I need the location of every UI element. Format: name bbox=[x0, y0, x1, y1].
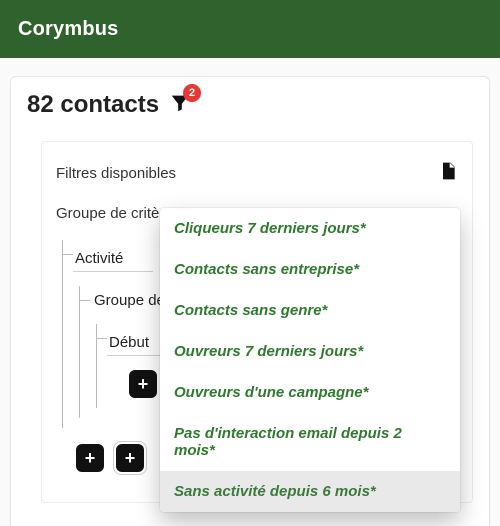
activity-select[interactable]: Activité bbox=[73, 246, 153, 272]
filter-button[interactable]: 2 bbox=[169, 92, 191, 119]
top-bar: Corymbus bbox=[0, 0, 500, 58]
dropdown-item[interactable]: Cliqueurs 7 derniers jours* bbox=[160, 208, 460, 249]
available-filters-label: Filtres disponibles bbox=[56, 165, 176, 182]
inner-group-label: Groupe de bbox=[94, 292, 165, 309]
add-group-button[interactable]: + bbox=[116, 444, 144, 472]
filter-count-badge: 2 bbox=[183, 84, 201, 102]
dropdown-item[interactable]: Sans activité depuis 6 mois* bbox=[160, 471, 460, 512]
start-field-value: Début bbox=[109, 334, 149, 351]
app-root: Corymbus 82 contacts 2 Filtres disponibl… bbox=[0, 0, 500, 526]
dropdown-item[interactable]: Contacts sans genre* bbox=[160, 290, 460, 331]
page-title: 82 contacts bbox=[27, 91, 159, 119]
available-filters-dropdown[interactable]: Cliqueurs 7 derniers jours*Contacts sans… bbox=[160, 208, 460, 512]
available-filters-row: Filtres disponibles bbox=[56, 160, 458, 187]
brand-label: Corymbus bbox=[18, 18, 119, 41]
dropdown-item[interactable]: Contacts sans entreprise* bbox=[160, 249, 460, 290]
dropdown-item[interactable]: Ouvreurs 7 derniers jours* bbox=[160, 331, 460, 372]
add-condition-button[interactable]: + bbox=[129, 370, 157, 398]
import-file-button[interactable] bbox=[438, 160, 458, 187]
title-row: 82 contacts 2 bbox=[27, 91, 473, 119]
activity-select-value: Activité bbox=[75, 250, 123, 267]
dropdown-item[interactable]: Ouvreurs d'une campagne* bbox=[160, 372, 460, 413]
add-criterion-button[interactable]: + bbox=[76, 444, 104, 472]
dropdown-item[interactable]: Pas d'interaction email depuis 2 mois* bbox=[160, 413, 460, 471]
